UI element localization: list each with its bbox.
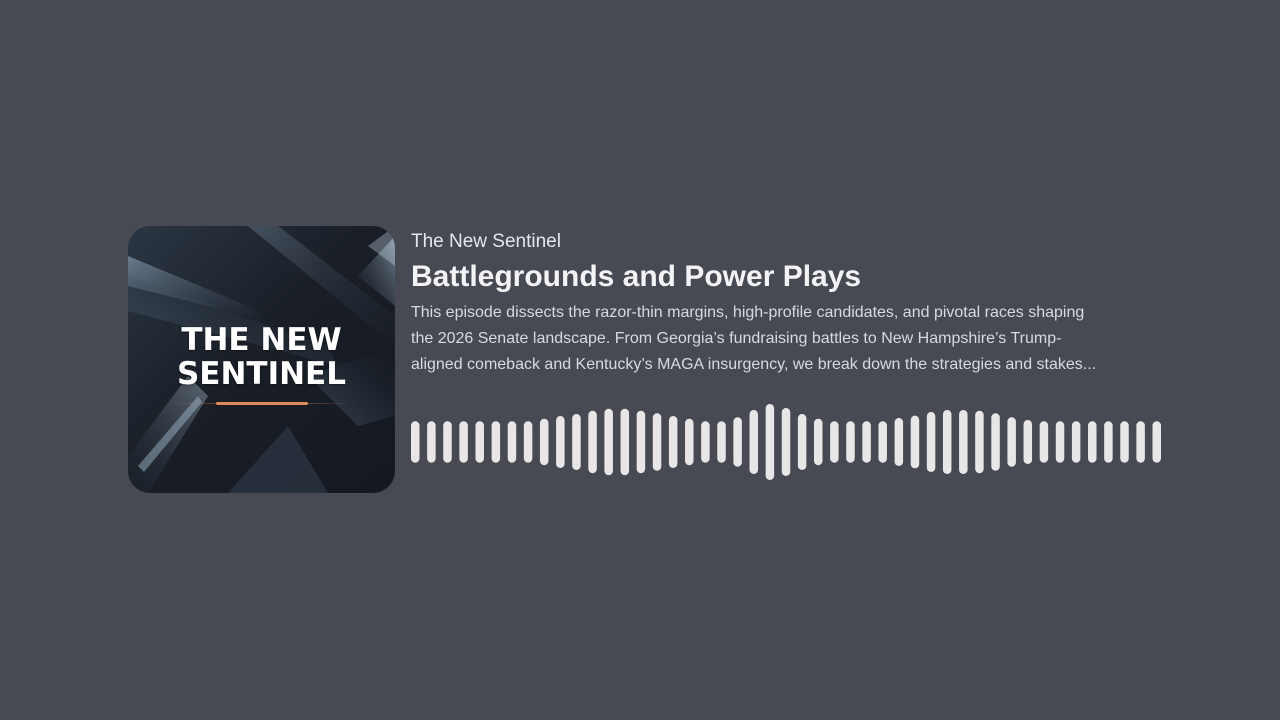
waveform-bar xyxy=(652,413,662,471)
waveform-bar xyxy=(830,421,839,463)
waveform-bar xyxy=(781,408,791,476)
waveform-bar xyxy=(991,413,1000,471)
waveform-bar xyxy=(443,421,452,463)
audio-waveform[interactable] xyxy=(411,400,1161,484)
waveform-bar xyxy=(1023,420,1033,464)
cover-title: THE NEW SENTINEL xyxy=(128,323,395,391)
waveform-bar xyxy=(975,410,984,474)
waveform-bar xyxy=(894,418,904,466)
waveform-bar xyxy=(910,415,920,469)
waveform-bar xyxy=(636,410,646,474)
waveform-bar xyxy=(942,410,952,474)
waveform-bar xyxy=(1088,421,1097,463)
waveform-bar xyxy=(475,421,484,463)
waveform-bar xyxy=(1120,421,1129,463)
waveform-bar xyxy=(813,418,823,466)
waveform-bar xyxy=(1104,421,1113,463)
waveform-bar xyxy=(588,410,597,474)
waveform-bar xyxy=(926,412,936,472)
waveform-bar xyxy=(491,421,501,463)
waveform-bar xyxy=(427,421,436,463)
waveform-bar xyxy=(1055,421,1065,463)
waveform-bar xyxy=(620,408,630,476)
podcast-cover-art: THE NEW SENTINEL xyxy=(128,226,395,493)
waveform-bar xyxy=(701,421,710,463)
waveform-bar xyxy=(1152,421,1161,463)
waveform-bar xyxy=(733,417,742,467)
waveform-bar xyxy=(411,421,420,463)
waveform-bar xyxy=(878,421,887,463)
waveform-bar xyxy=(1136,421,1145,463)
waveform-bar xyxy=(459,421,468,463)
cover-title-line1: THE NEW xyxy=(181,322,342,358)
waveform-bar xyxy=(668,416,678,468)
description-line: aligned comeback and Kentucky’s MAGA ins… xyxy=(411,356,1097,373)
waveform-bar xyxy=(797,414,807,470)
waveform-bar xyxy=(685,418,694,466)
episode-description: This episode dissects the razor-thin mar… xyxy=(411,300,1151,378)
waveform-bar xyxy=(846,421,855,463)
waveform-bar xyxy=(604,408,613,476)
player-stage: THE NEW SENTINEL The New Sentinel Battle… xyxy=(0,0,1280,720)
waveform-bar xyxy=(572,414,581,470)
waveform-bar xyxy=(959,410,968,474)
waveform-bar xyxy=(1039,421,1049,463)
waveform-bar xyxy=(1071,421,1081,463)
waveform-bar xyxy=(539,418,549,466)
description-line: the 2026 Senate landscape. From Georgia’… xyxy=(411,330,1062,347)
waveform-bar xyxy=(765,404,775,480)
cover-accent-bar xyxy=(216,402,308,405)
cover-title-line2: SENTINEL xyxy=(176,356,346,392)
waveform-bar xyxy=(523,421,533,463)
waveform-bar xyxy=(1007,417,1016,467)
description-line: This episode dissects the razor-thin mar… xyxy=(411,304,1085,321)
waveform-bar xyxy=(507,421,517,463)
waveform-bar xyxy=(862,421,871,463)
show-name: The New Sentinel xyxy=(411,231,561,252)
waveform-bar xyxy=(717,421,726,463)
episode-title: Battlegrounds and Power Plays xyxy=(411,260,862,293)
waveform-bar xyxy=(556,416,565,468)
waveform-bar xyxy=(749,410,759,474)
